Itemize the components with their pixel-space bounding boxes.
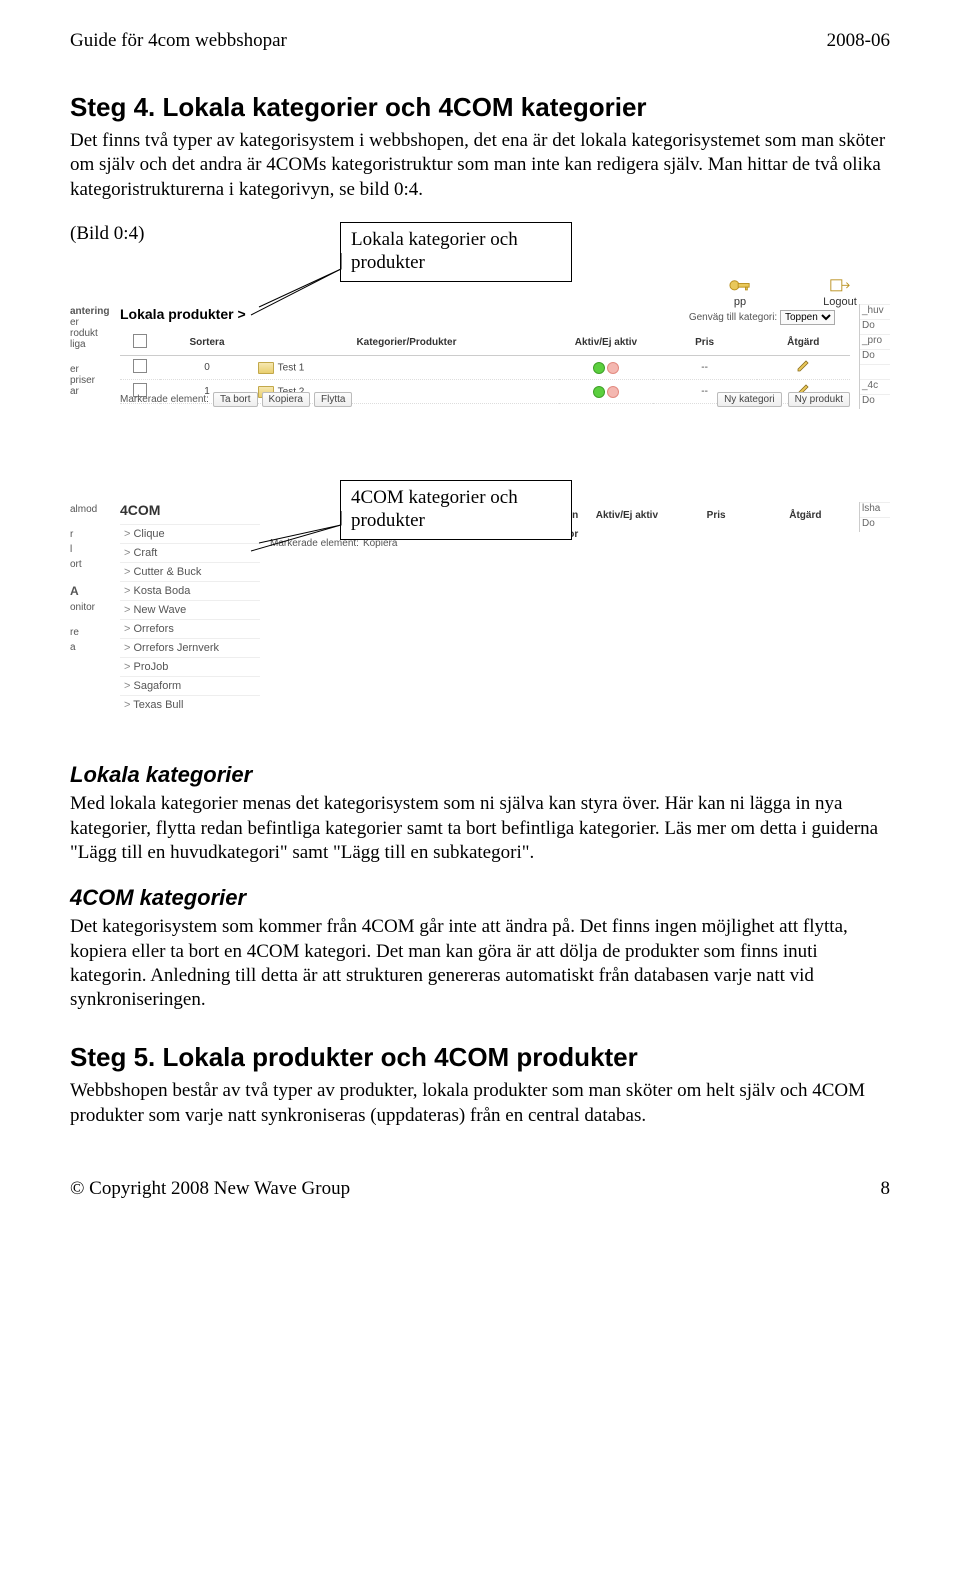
brand-item[interactable]: Cutter & Buck	[120, 562, 260, 581]
left-item[interactable]: ar	[70, 386, 118, 397]
brand-item[interactable]: Sagaform	[120, 676, 260, 695]
left-item[interactable]: er	[70, 364, 118, 375]
status-active-icon[interactable]	[593, 362, 605, 374]
brand-item[interactable]: New Wave	[120, 600, 260, 619]
left-item[interactable]: almod	[70, 502, 118, 517]
topbar-home-label: pp	[734, 296, 746, 308]
left-item[interactable]: re	[70, 625, 118, 640]
select-all-checkbox[interactable]	[133, 334, 147, 348]
step5-para: Webbshopen består av två typer av produk…	[70, 1079, 890, 1128]
brand-item[interactable]: Orrefors	[120, 619, 260, 638]
brand-item[interactable]: Clique	[120, 524, 260, 543]
logout-icon	[829, 278, 851, 294]
step4-title: Steg 4. Lokala kategorier och 4COM kateg…	[70, 92, 890, 123]
left-item[interactable]: ort	[70, 557, 118, 572]
col-pris: Pris	[653, 330, 757, 356]
genvag-label: Genväg till kategori:	[689, 312, 777, 323]
cropped-right-column-lower: lsha Do	[859, 502, 890, 532]
callout-top-text: Lokala kategorier och produkter	[351, 229, 518, 273]
left-item[interactable]: onitor	[70, 600, 118, 615]
footer-left: © Copyright 2008 New Wave Group	[70, 1178, 350, 1200]
brand-item[interactable]: ProJob	[120, 657, 260, 676]
col-sortera: Sortera	[160, 330, 253, 356]
bulk-delete-button[interactable]: Ta bort	[213, 392, 258, 407]
row-name[interactable]: Test 1	[278, 362, 305, 373]
edge-row: _huv	[860, 304, 890, 319]
bulk-copy-button[interactable]: Kopiera	[363, 538, 397, 549]
new-product-button[interactable]: Ny produkt	[788, 392, 850, 407]
edge-row: Do	[860, 394, 890, 409]
col-atgard: Åtgärd	[761, 506, 850, 525]
genvag-select[interactable]: Toppen	[780, 310, 835, 325]
left-item[interactable]: priser	[70, 375, 118, 386]
folder-icon	[258, 362, 274, 374]
col-atgard: Åtgärd	[757, 330, 850, 356]
left-heading: antering	[70, 306, 118, 317]
lokala-title: Lokala kategorier	[70, 762, 890, 788]
bulk-copy-button[interactable]: Kopiera	[262, 392, 310, 407]
header-right: 2008-06	[827, 30, 890, 52]
callout-bottom: 4COM kategorier och produkter	[340, 480, 572, 540]
brand-item[interactable]: Craft	[120, 543, 260, 562]
edge-row: Do	[860, 349, 890, 364]
brand-item[interactable]: Texas Bull	[120, 695, 260, 714]
mark-label: Markerade element:	[120, 394, 209, 405]
cropped-left-menu: antering er rodukt liga er priser ar	[70, 306, 118, 411]
bulk-move-button[interactable]: Flytta	[314, 392, 352, 407]
row-sort: 0	[160, 356, 253, 380]
edge-row: _pro	[860, 334, 890, 349]
topbar-logout[interactable]: Logout	[820, 278, 860, 308]
col-kat-prod: Kategorier/Produkter	[254, 330, 560, 356]
table-row: 0 Test 1 --	[120, 356, 850, 380]
edge-row: Do	[860, 517, 890, 532]
fourcom-title: 4COM kategorier	[70, 885, 890, 911]
edge-row: _4c	[860, 379, 890, 394]
header-left: Guide för 4com webbshopar	[70, 30, 287, 52]
topbar-home[interactable]: pp	[720, 278, 760, 308]
row-price: --	[653, 356, 757, 380]
left-item[interactable]: a	[70, 640, 118, 655]
edge-row	[860, 364, 890, 379]
fourcom-bulk-row: Markerade element: Kopiera	[270, 538, 397, 549]
col-aktiv: Aktiv/Ej aktiv	[559, 330, 652, 356]
col-pris: Pris	[672, 506, 761, 525]
left-item[interactable]: er	[70, 317, 118, 328]
callout-bottom-text: 4COM kategorier och produkter	[351, 487, 518, 531]
topbar-logout-label: Logout	[823, 296, 857, 308]
cropped-left-menu-lower: almod r l ort A onitor re a	[70, 502, 118, 655]
mark-label: Markerade element:	[270, 538, 359, 549]
local-products-heading: Lokala produkter >	[120, 306, 246, 322]
callout-top: Lokala kategorier och produkter	[340, 222, 572, 282]
left-item[interactable]: A	[70, 582, 118, 600]
left-item[interactable]: r	[70, 527, 118, 542]
screenshot-area: Lokala kategorier och produkter 4COM kat…	[70, 222, 890, 742]
edit-icon[interactable]	[796, 359, 810, 373]
edge-row: lsha	[860, 502, 890, 517]
edge-row: Do	[860, 319, 890, 334]
cropped-right-column: _huv Do _pro Do _4c Do	[859, 304, 890, 409]
col-aktiv: Aktiv/Ej aktiv	[582, 506, 671, 525]
fourcom-para: Det kategorisystem som kommer från 4COM …	[70, 915, 890, 1012]
left-item[interactable]: rodukt	[70, 328, 118, 339]
screenshot-upper: pp Logout _huv Do _pro Do _4c Do	[70, 274, 890, 474]
left-item[interactable]: l	[70, 542, 118, 557]
category-shortcut: Genväg till kategori: Toppen	[689, 310, 835, 325]
new-category-button[interactable]: Ny kategori	[717, 392, 782, 407]
step5-title: Steg 5. Lokala produkter och 4COM produk…	[70, 1042, 890, 1073]
footer-page: 8	[881, 1178, 891, 1200]
step4-para: Det finns två typer av kategorisystem i …	[70, 129, 890, 202]
key-icon	[729, 278, 751, 294]
row-checkbox[interactable]	[133, 359, 147, 373]
left-item[interactable]: liga	[70, 339, 118, 350]
brand-list: Clique Craft Cutter & Buck Kosta Boda Ne…	[120, 524, 260, 714]
lokala-para: Med lokala kategorier menas det kategori…	[70, 792, 890, 865]
status-inactive-icon[interactable]	[607, 362, 619, 374]
brand-item[interactable]: Kosta Boda	[120, 581, 260, 600]
fourcom-heading: 4COM	[120, 502, 160, 518]
brand-item[interactable]: Orrefors Jernverk	[120, 638, 260, 657]
